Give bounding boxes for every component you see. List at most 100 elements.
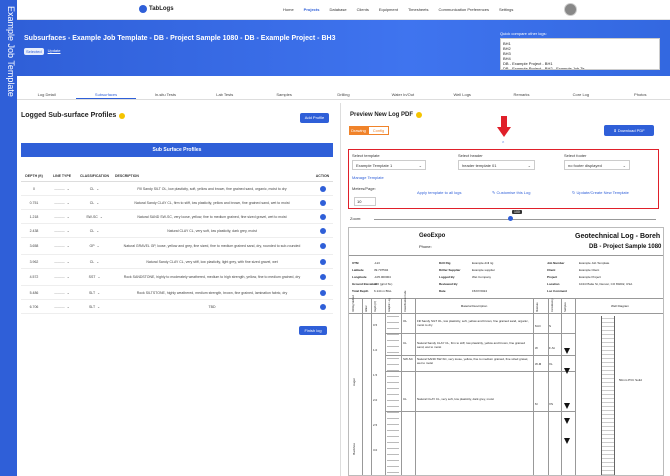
avatar[interactable]: [564, 3, 577, 16]
line-type-value: ———: [54, 200, 65, 205]
template-config-box: Select template Example Template 1 ⌄ Sele…: [348, 149, 659, 209]
sample-icon: [564, 403, 570, 409]
classification-value: SST: [88, 275, 96, 279]
info-value: Example Client: [579, 268, 600, 272]
info-value: Example Project: [579, 275, 601, 279]
edit-icon[interactable]: [319, 274, 326, 280]
line-type-select[interactable]: ——— ⌄: [47, 215, 77, 219]
tab-in-situ-tests[interactable]: In-situ Tests: [136, 90, 195, 99]
line-type-select[interactable]: ——— ⌄: [47, 305, 77, 309]
edit-icon[interactable]: [319, 227, 326, 234]
header-select[interactable]: header template 01 ⌄: [458, 160, 535, 170]
classification-select[interactable]: CL ⌄: [77, 201, 112, 205]
nav-link[interactable]: Clients: [357, 7, 369, 12]
line-type-select[interactable]: ——— ⌄: [47, 260, 77, 264]
quick-compare-list[interactable]: BH1 BH2 BH3 BH4 DB - Example Project - BH1 DB…: [500, 38, 660, 70]
tab-log-detail[interactable]: Log Detail: [17, 90, 76, 99]
download-pdf-button[interactable]: ⬇ Download PDF: [604, 125, 654, 136]
col-line: [575, 298, 576, 475]
tab-core-log[interactable]: Core Log: [551, 90, 610, 99]
info-value: -113: [374, 261, 380, 265]
chevron-down-icon: ⌄: [66, 304, 70, 309]
line-type-select[interactable]: ——— ⌄: [47, 229, 77, 233]
logo[interactable]: TabLogs: [139, 5, 174, 13]
classification-select[interactable]: SST ⌄: [77, 275, 112, 279]
nav-link[interactable]: Database: [329, 7, 346, 12]
tab-drilling[interactable]: Drilling: [314, 90, 373, 99]
quick-compare: Quick compare other logs: BH1 BH2 BH3 BH4 DB…: [500, 31, 666, 70]
line-type-value: ———: [54, 275, 65, 279]
edit-icon[interactable]: [319, 289, 326, 296]
line-type-value: ———: [54, 290, 65, 295]
preview-code: CL: [403, 341, 407, 345]
info-value: 400 (grnd SL): [374, 282, 393, 286]
col-line: [401, 298, 402, 475]
edit-icon[interactable]: [319, 258, 326, 265]
edit-icon[interactable]: [319, 199, 326, 206]
row-action: [312, 227, 333, 234]
edit-icon[interactable]: [319, 243, 326, 249]
edit-icon[interactable]: [319, 185, 326, 192]
classification-select[interactable]: SW-SC ⌄: [77, 215, 112, 219]
tab-samples[interactable]: Samples: [254, 90, 313, 99]
zoom-slider-handle[interactable]: [508, 216, 513, 221]
classification-select[interactable]: SLT ⌄: [77, 291, 112, 295]
depth-cell: 5.486: [29, 290, 39, 295]
quick-compare-item[interactable]: DB - Example Project - BH2 - Example Job…: [503, 66, 657, 69]
tab-photos[interactable]: Photos: [611, 90, 670, 99]
nav-link[interactable]: Projects: [304, 7, 320, 12]
help-icon[interactable]: [416, 112, 423, 118]
col-depth: DEPTH (ft): [25, 173, 43, 178]
help-icon[interactable]: [119, 112, 126, 119]
depth-tick: 2.0: [373, 398, 378, 402]
logo-icon: [139, 5, 147, 13]
line-type-select[interactable]: ——— ⌄: [47, 275, 77, 279]
panel-divider[interactable]: [340, 103, 341, 476]
top-nav: TabLogs Home Projects Database Clients Equip…: [17, 0, 670, 20]
update-template-button[interactable]: ↻ Update/Create New Template: [572, 190, 629, 195]
line-type-select[interactable]: ——— ⌄: [47, 291, 77, 295]
col-head: Water: [365, 305, 368, 312]
update-link[interactable]: Update: [48, 48, 61, 55]
nav-link[interactable]: Timesheets: [408, 7, 429, 12]
classification-select[interactable]: CL ⌄: [77, 187, 112, 191]
nav-link[interactable]: Settings: [499, 7, 513, 12]
edit-icon[interactable]: [319, 213, 326, 220]
manage-template-link[interactable]: Manage Template: [352, 175, 384, 180]
tab-subsurfaces[interactable]: Subsurfaces: [76, 90, 136, 99]
finish-log-button[interactable]: Finish log: [299, 326, 327, 335]
chevron-up-icon[interactable]: ⌃: [501, 141, 505, 147]
apply-all-button[interactable]: Apply template to all logs: [417, 190, 461, 195]
line-type-select[interactable]: ——— ⌄: [47, 201, 77, 205]
col-head: Material Description: [460, 304, 488, 308]
sample-icon: [564, 348, 570, 354]
config-button[interactable]: Config: [368, 126, 389, 135]
zoom-slider[interactable]: [374, 219, 656, 220]
line-type-select[interactable]: ——— ⌄: [47, 244, 77, 248]
tab-well-logs[interactable]: Well Logs: [433, 90, 492, 99]
footer-select[interactable]: no footer displayed ⌄: [564, 160, 630, 170]
nav-link[interactable]: Equipment: [379, 7, 398, 12]
meters-input[interactable]: 10: [354, 197, 376, 206]
customise-log-button[interactable]: ✎ Customise this Log: [492, 190, 530, 195]
line-type-select[interactable]: ——— ⌄: [47, 187, 77, 191]
col-classification: CLASSIFICATION: [79, 173, 110, 178]
info-value: 6.144 m BGL: [374, 289, 392, 293]
side-strip[interactable]: Example Job Template: [0, 0, 17, 476]
template-select[interactable]: Example Template 1 ⌄: [352, 160, 426, 170]
right-heading-text: Preview New Log PDF: [350, 112, 414, 118]
nav-link[interactable]: Communication Preferences: [438, 7, 488, 12]
classification-select[interactable]: GP ⌄: [77, 244, 112, 248]
classification-select[interactable]: CL ⌄: [77, 229, 112, 233]
tab-water-in-out[interactable]: Water In/Out: [373, 90, 432, 99]
drawing-button[interactable]: Drawing: [349, 126, 368, 135]
classification-select[interactable]: SLT ⌄: [77, 305, 112, 309]
nav-link[interactable]: Home: [283, 7, 294, 12]
add-profile-button[interactable]: Add Profile: [300, 113, 329, 123]
tab-remarks[interactable]: Remarks: [492, 90, 551, 99]
classification-select[interactable]: CL ⌄: [77, 260, 112, 264]
tab-lab-tests[interactable]: Lab Tests: [195, 90, 254, 99]
edit-icon[interactable]: [319, 303, 326, 310]
info-label: Latitude: [352, 268, 364, 272]
meters-label: Meters/Page:: [352, 186, 376, 191]
